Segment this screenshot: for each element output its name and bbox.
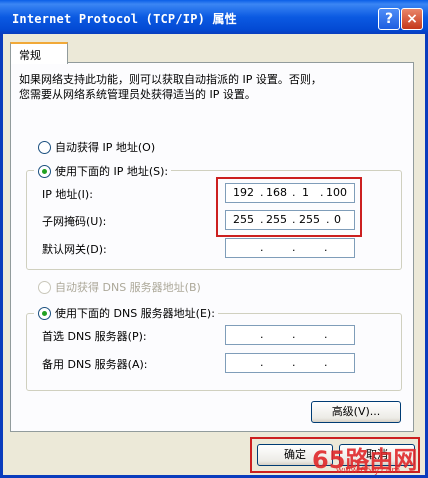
advanced-button[interactable]: 高级(V)... xyxy=(311,401,401,423)
radio-auto-dns-label: 自动获得 DNS 服务器地址(B) xyxy=(55,281,201,294)
tab-general[interactable]: 常规 xyxy=(10,42,68,64)
gateway-field[interactable]: ... xyxy=(225,238,355,258)
gateway-label: 默认网关(D): xyxy=(42,243,107,256)
radio-manual-dns-label: 使用下面的 DNS 服务器地址(E): xyxy=(55,307,215,320)
ip-address-label: IP 地址(I): xyxy=(42,188,93,201)
radio-manual-dns[interactable]: 使用下面的 DNS 服务器地址(E): xyxy=(34,305,218,321)
radio-auto-dns-dot[interactable] xyxy=(38,280,51,294)
watermark-url: www.65ly.com xyxy=(336,466,401,476)
radio-auto-ip-dot[interactable] xyxy=(38,140,51,154)
radio-auto-dns[interactable]: 自动获得 DNS 服务器地址(B) xyxy=(38,279,204,295)
radio-manual-dns-dot[interactable] xyxy=(38,306,51,320)
description-text: 如果网络支持此功能，则可以获取自动指派的 IP 设置。否则， 您需要从网络系统管… xyxy=(19,72,404,102)
close-button[interactable]: × xyxy=(401,8,423,30)
alternate-dns-label: 备用 DNS 服务器(A): xyxy=(42,358,148,371)
preferred-dns-field[interactable]: ... xyxy=(225,325,355,345)
preferred-dns-label: 首选 DNS 服务器(P): xyxy=(42,330,147,343)
alternate-dns-field[interactable]: ... xyxy=(225,353,355,373)
radio-manual-ip[interactable]: 使用下面的 IP 地址(S): xyxy=(34,163,172,179)
radio-manual-ip-dot[interactable] xyxy=(38,164,51,178)
window-title: Internet Protocol (TCP/IP) 属性 xyxy=(12,12,237,26)
description-line-1: 如果网络支持此功能，则可以获取自动指派的 IP 设置。否则， xyxy=(19,73,322,86)
tab-general-label: 常规 xyxy=(19,49,41,62)
title-bar: Internet Protocol (TCP/IP) 属性 ? × xyxy=(0,0,428,34)
subnet-mask-label: 子网掩码(U): xyxy=(42,215,107,228)
radio-manual-ip-label: 使用下面的 IP 地址(S): xyxy=(55,165,169,178)
radio-auto-ip[interactable]: 自动获得 IP 地址(O) xyxy=(38,139,159,155)
help-button[interactable]: ? xyxy=(378,8,400,30)
description-line-2: 您需要从网络系统管理员处获得适当的 IP 设置。 xyxy=(19,88,256,101)
radio-auto-ip-label: 自动获得 IP 地址(O) xyxy=(55,141,156,154)
ip-highlight-box xyxy=(216,177,362,237)
